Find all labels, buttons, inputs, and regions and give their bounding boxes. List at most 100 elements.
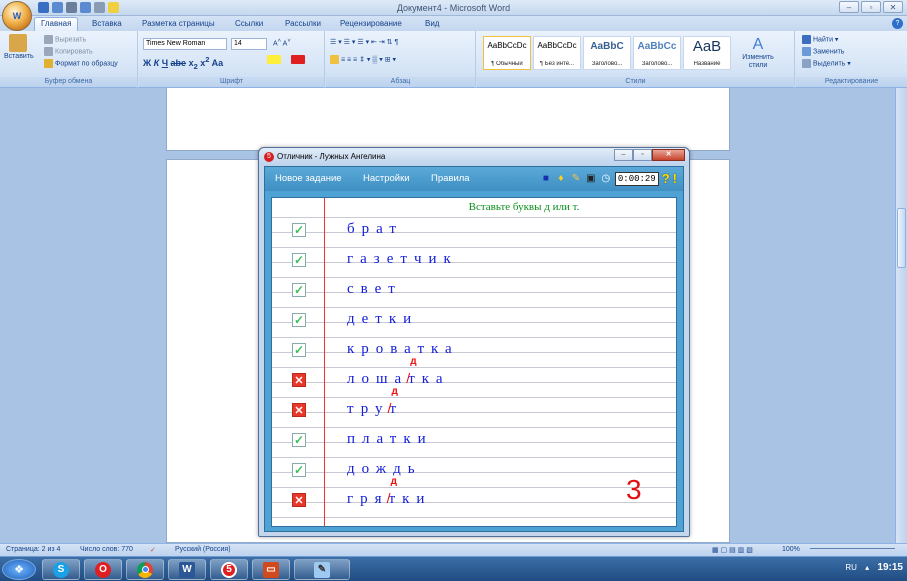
highlight-button[interactable] xyxy=(267,55,283,64)
minimize-button[interactable]: – xyxy=(839,1,859,13)
app-menu-bar: Новое задание Настройки Правила ■ ♦ ✎ ▣ … xyxy=(265,167,683,191)
paste-button[interactable]: Вставить xyxy=(4,34,34,64)
menu-new-task[interactable]: Новое задание xyxy=(275,173,342,184)
tray-arrow-icon[interactable]: ▴ xyxy=(865,563,869,572)
strike-mark-icon: / xyxy=(386,490,391,506)
exercise-word[interactable]: свет xyxy=(347,281,402,298)
printer-icon[interactable]: ▣ xyxy=(585,172,597,185)
style-no-spacing[interactable]: AaBbCcDc ¶ Без инте... xyxy=(533,36,581,70)
style-title[interactable]: AaB Название xyxy=(683,36,731,70)
taskbar-presentation[interactable]: ▭ xyxy=(252,559,290,580)
highlight-icon xyxy=(267,55,281,64)
title-bar: Документ4 - Microsoft Word – ▫ ✕ xyxy=(0,0,907,16)
exercise-word[interactable]: лошат / д ка xyxy=(347,356,449,388)
tab-references[interactable]: Ссылки xyxy=(235,18,263,30)
exercise-sheet: Вставьте буквы д или т. ✓ брат ✓ газетчик ✓ с… xyxy=(271,197,677,527)
tab-home[interactable]: Главная xyxy=(34,17,79,31)
zoom-level[interactable]: 100% xyxy=(782,546,800,553)
grow-font-button[interactable]: A˄ A˅ xyxy=(273,38,291,47)
format-painter-button[interactable]: Формат по образцу xyxy=(44,59,118,68)
help-icon[interactable]: ? xyxy=(892,18,903,29)
menu-rules[interactable]: Правила xyxy=(431,173,470,184)
ribbon: Вставить Вырезать Копировать Формат по о… xyxy=(0,31,907,88)
exercise-row: ✓ кроватка xyxy=(272,332,676,362)
group-font: Times New Roman 14 A˄ A˅ Ж К Ч abe x2 x2… xyxy=(139,31,325,88)
app-close-button[interactable]: ✕ xyxy=(652,149,685,161)
word-part: детки xyxy=(347,311,419,327)
view-buttons[interactable]: ▦ ▢ ▤ ▥ ▧ xyxy=(712,546,753,554)
style-heading-1[interactable]: AaBbC Заголово... xyxy=(583,36,631,70)
exercise-word[interactable]: дождь xyxy=(347,461,422,478)
tab-view[interactable]: Вид xyxy=(425,18,439,30)
lightbulb-icon[interactable]: ♦ xyxy=(555,172,567,185)
scrollbar-thumb[interactable] xyxy=(897,208,906,268)
group-styles: AaBbCcDc ¶ Обычный AaBbCcDc ¶ Без инте... … xyxy=(477,31,795,88)
replace-button[interactable]: Заменить xyxy=(802,47,844,56)
copy-button[interactable]: Копировать xyxy=(44,47,93,56)
font-color-button[interactable] xyxy=(291,55,307,64)
select-button[interactable]: Выделить ▾ xyxy=(802,59,851,68)
alert-exclamation-icon[interactable]: ! xyxy=(673,171,677,186)
tab-insert[interactable]: Вставка xyxy=(92,18,122,30)
close-button[interactable]: ✕ xyxy=(883,1,903,13)
spellcheck-icon[interactable]: ✓ xyxy=(150,546,156,554)
taskbar-skype[interactable]: S xyxy=(42,559,80,580)
word-icon: W xyxy=(179,561,195,578)
save-disk-icon[interactable]: ■ xyxy=(540,172,552,185)
align-buttons[interactable]: ≡ ≡ ≡ ⇕ ▾ ▒ ▾ ⊞ ▾ xyxy=(330,55,396,64)
taskbar-otlichnik[interactable]: 5 xyxy=(210,559,248,580)
word-part: дождь xyxy=(347,461,422,477)
exercise-row: ✓ платки xyxy=(272,422,676,452)
font-color-icon xyxy=(291,55,305,64)
font-size-combo[interactable]: 14 xyxy=(231,38,267,50)
tab-review[interactable]: Рецензирование xyxy=(340,18,402,30)
tab-mailings[interactable]: Рассылки xyxy=(285,18,321,30)
taskbar-opera[interactable]: O xyxy=(84,559,122,580)
change-styles-button[interactable]: A Изменить стили xyxy=(739,36,777,70)
status-language[interactable]: Русский (Россия) xyxy=(175,546,231,553)
app-maximize-button[interactable]: ▫ xyxy=(633,149,652,161)
exercise-word[interactable]: детки xyxy=(347,311,418,328)
exercise-word[interactable]: трут / д xyxy=(347,386,403,418)
wrong-letter: т / д xyxy=(406,356,422,388)
tray-language[interactable]: RU xyxy=(845,563,857,572)
exercise-word[interactable]: грят / д ки xyxy=(347,476,431,508)
cross-icon: ✕ xyxy=(292,493,306,507)
vertical-scrollbar[interactable] xyxy=(895,88,907,543)
list-buttons[interactable]: ☰ ▾ ☰ ▾ ☰ ▾ ⇤ ⇥ ⇅ ¶ xyxy=(330,38,398,46)
app-window: 5 Отличник - Лужных Ангелина – ▫ ✕ Новое… xyxy=(258,147,690,537)
find-button[interactable]: Найти ▾ xyxy=(802,35,838,44)
start-button[interactable]: ❖ xyxy=(2,559,36,580)
app-logo-icon: 5 xyxy=(264,152,274,162)
document-page-1[interactable] xyxy=(166,88,730,151)
font-name-combo[interactable]: Times New Roman xyxy=(143,38,227,50)
bold-button[interactable]: Ж К Ч abe x2 x2 Aa xyxy=(143,55,223,71)
clock-icon[interactable]: ◷ xyxy=(600,172,612,185)
style-heading-2[interactable]: AaBbCc Заголово... xyxy=(633,36,681,70)
office-button[interactable]: W xyxy=(2,1,32,31)
zoom-slider[interactable] xyxy=(810,548,895,554)
taskbar-chrome[interactable] xyxy=(126,559,164,580)
exercise-word[interactable]: газетчик xyxy=(347,251,458,268)
exercise-word[interactable]: брат xyxy=(347,221,403,238)
taskbar-word[interactable]: W xyxy=(168,559,206,580)
tab-page-layout[interactable]: Разметка страницы xyxy=(142,18,215,30)
otlichnik-icon: 5 xyxy=(221,561,237,578)
checkmark-icon: ✓ xyxy=(292,463,306,477)
replace-icon xyxy=(802,47,811,56)
style-normal[interactable]: AaBbCcDc ¶ Обычный xyxy=(483,36,531,70)
exercise-word[interactable]: платки xyxy=(347,431,433,448)
status-page[interactable]: Страница: 2 из 4 xyxy=(6,546,60,553)
tray-clock[interactable]: 19:15 xyxy=(877,562,903,573)
broom-icon[interactable]: ✎ xyxy=(570,172,582,185)
help-question-icon[interactable]: ? xyxy=(662,171,670,186)
exercise-word[interactable]: кроватка xyxy=(347,341,459,358)
strike-mark-icon: / xyxy=(406,370,411,386)
exercise-row: ✕ грят / д ки xyxy=(272,476,676,512)
taskbar-paint[interactable]: ✎ xyxy=(294,559,350,580)
cut-button[interactable]: Вырезать xyxy=(44,35,86,44)
maximize-button[interactable]: ▫ xyxy=(861,1,881,13)
app-minimize-button[interactable]: – xyxy=(614,149,633,161)
menu-settings[interactable]: Настройки xyxy=(363,173,410,184)
status-words[interactable]: Число слов: 770 xyxy=(80,546,133,553)
